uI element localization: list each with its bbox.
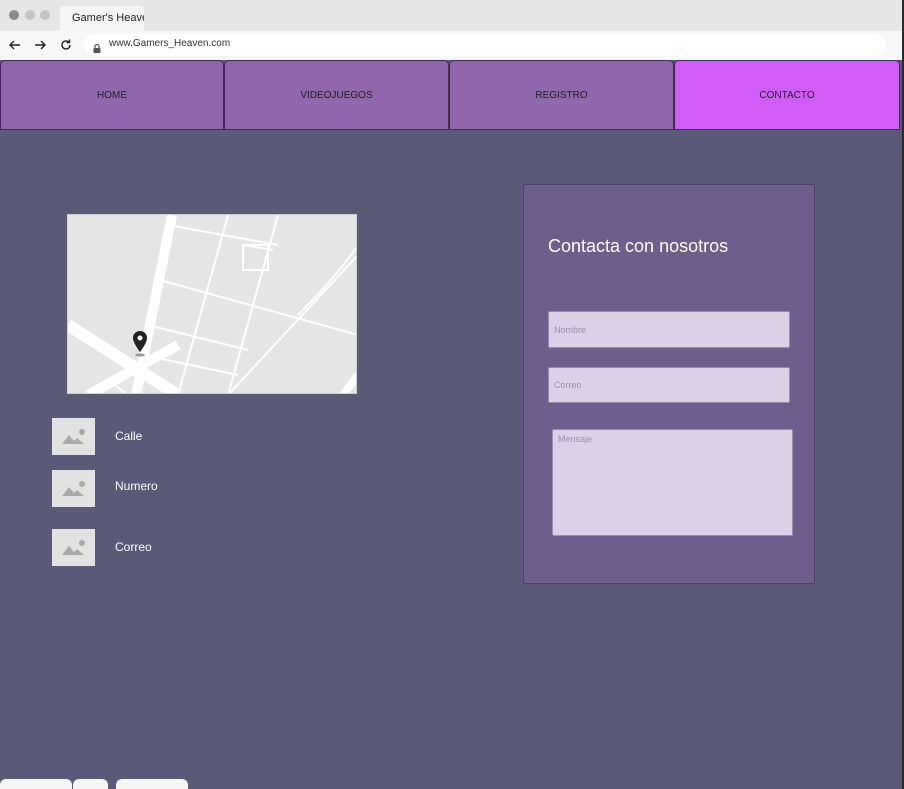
- address-bar[interactable]: www.Gamers_Heaven.com: [84, 34, 886, 56]
- window-close-dot[interactable]: [9, 10, 19, 20]
- nav-home[interactable]: HOME: [0, 60, 224, 130]
- back-arrow-icon[interactable]: [7, 37, 23, 53]
- browser-tab[interactable]: Gamer's Heaven: [60, 6, 144, 31]
- email-field[interactable]: [548, 367, 790, 403]
- nav-videojuegos[interactable]: VIDEOJUEGOS: [224, 60, 449, 130]
- bottom-tab-3[interactable]: [116, 779, 188, 789]
- info-label-correo: Correo: [115, 540, 152, 554]
- main-nav: HOME VIDEOJUEGOS REGISTRO CONTACTO: [0, 60, 902, 132]
- window-maximize-dot[interactable]: [40, 10, 50, 20]
- browser-tab-bar: Gamer's Heaven: [0, 0, 902, 31]
- message-field[interactable]: [552, 429, 793, 536]
- map-pin-icon: [132, 331, 148, 362]
- browser-address-row: www.Gamers_Heaven.com: [0, 31, 902, 60]
- nav-contacto[interactable]: CONTACTO: [674, 60, 900, 130]
- map-streets: [68, 215, 356, 393]
- nav-registro[interactable]: REGISTRO: [449, 60, 674, 130]
- calle-image-icon: [52, 418, 95, 455]
- form-title: Contacta con nosotros: [548, 236, 729, 256]
- window-minimize-dot[interactable]: [25, 10, 35, 20]
- numero-image-icon: [52, 470, 95, 507]
- reload-icon[interactable]: [58, 37, 74, 53]
- bottom-tab-2[interactable]: [73, 779, 108, 789]
- info-label-calle: Calle: [115, 429, 143, 443]
- name-field[interactable]: [548, 311, 790, 348]
- lock-icon: [93, 40, 101, 58]
- forward-arrow-icon[interactable]: [32, 37, 48, 53]
- url-text: www.Gamers_Heaven.com: [109, 38, 231, 49]
- location-map[interactable]: [67, 214, 357, 394]
- bottom-tab-1[interactable]: [0, 779, 72, 789]
- correo-image-icon: [52, 529, 95, 566]
- info-label-numero: Numero: [115, 479, 158, 493]
